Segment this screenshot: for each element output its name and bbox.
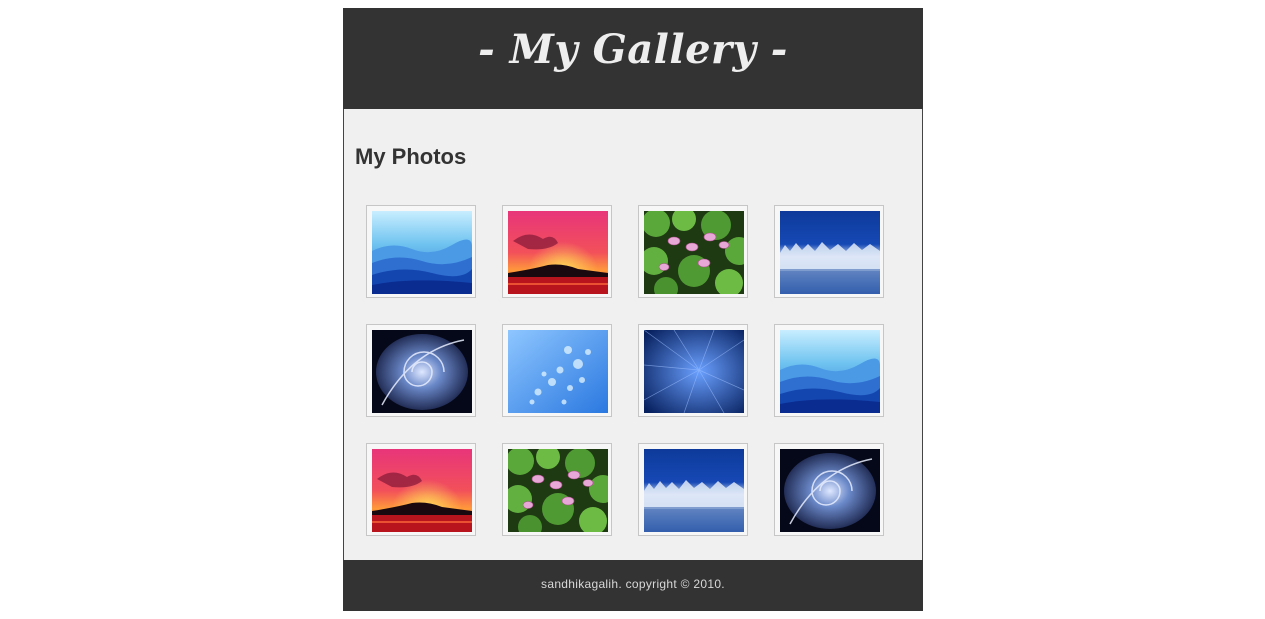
photo-thumbnail-frosted-forest[interactable] — [774, 205, 884, 298]
photo-image — [508, 449, 608, 532]
photo-image — [780, 449, 880, 532]
photo-image — [780, 330, 880, 413]
photo-thumbnail-lotus-flowers[interactable] — [502, 443, 612, 536]
photo-image — [644, 330, 744, 413]
photo-image — [372, 330, 472, 413]
site-title: - My Gallery - — [478, 26, 788, 73]
photo-image — [372, 449, 472, 532]
photo-image — [644, 211, 744, 294]
photo-thumbnail-red-sunset[interactable] — [502, 205, 612, 298]
photo-thumbnail-red-sunset[interactable] — [366, 443, 476, 536]
photo-image — [780, 211, 880, 294]
photo-thumbnail-blue-mountains[interactable] — [366, 205, 476, 298]
photo-thumbnail-water-bubbles[interactable] — [502, 324, 612, 417]
header: - My Gallery - — [343, 8, 923, 109]
photo-thumbnail-abstract-swirl[interactable] — [774, 443, 884, 536]
main-content: My Photos — [343, 109, 923, 560]
photo-thumbnail-blue-mountains[interactable] — [774, 324, 884, 417]
photo-thumbnail-blue-rays[interactable] — [638, 324, 748, 417]
photo-image — [508, 330, 608, 413]
page: - My Gallery - My Photos sandhikagalih. … — [343, 8, 923, 611]
footer: sandhikagalih. copyright © 2010. — [343, 560, 923, 611]
copyright-text: sandhikagalih. copyright © 2010. — [541, 577, 725, 591]
photo-thumbnail-frosted-forest[interactable] — [638, 443, 748, 536]
photo-thumbnail-lotus-flowers[interactable] — [638, 205, 748, 298]
photo-image — [644, 449, 744, 532]
section-heading: My Photos — [355, 144, 467, 169]
photo-image — [508, 211, 608, 294]
photo-image — [372, 211, 472, 294]
photo-thumbnail-abstract-swirl[interactable] — [366, 324, 476, 417]
